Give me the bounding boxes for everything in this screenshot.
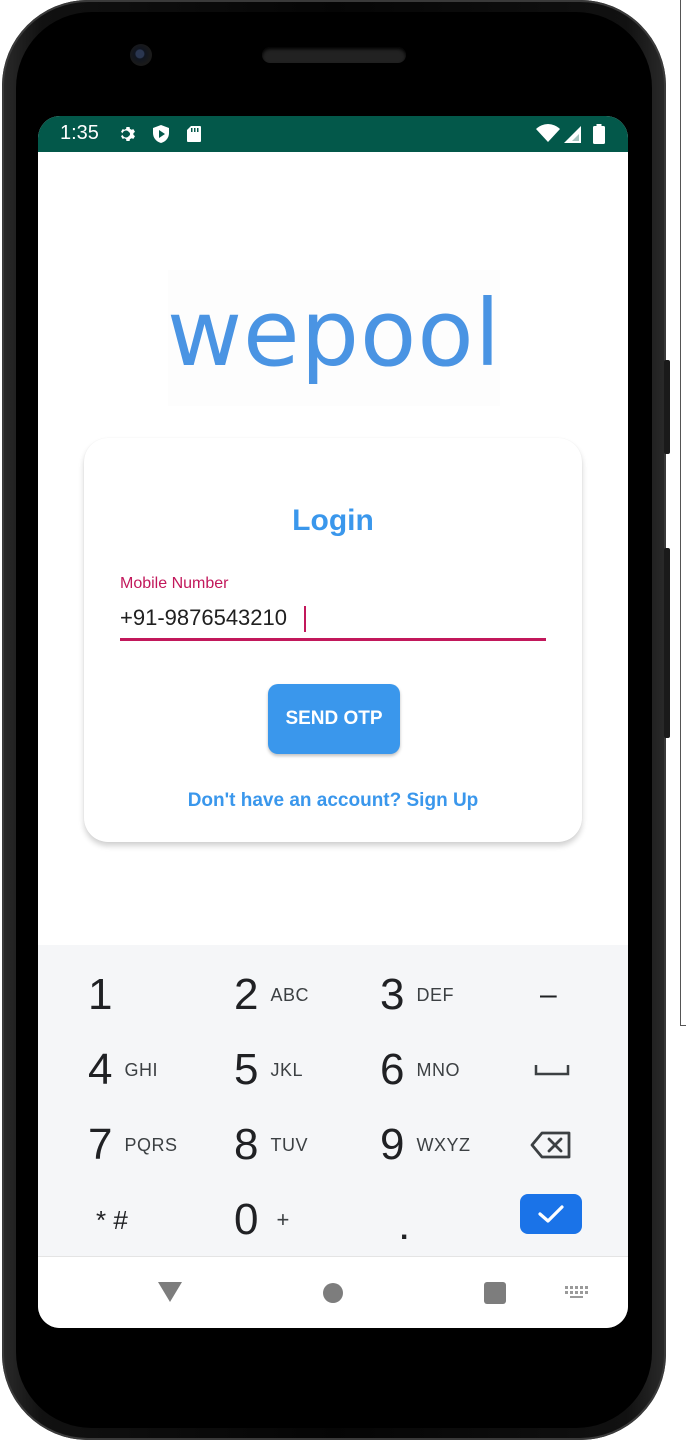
key-star-hash[interactable]: * # (96, 1185, 128, 1255)
key-digit: 4 (88, 1045, 113, 1094)
login-card: Login Mobile Number SEND OTP Don't have … (84, 438, 582, 842)
key-letters: TUV (270, 1134, 308, 1155)
key-2[interactable]: 2 ABC (234, 960, 309, 1030)
key-digit: 1 (88, 970, 113, 1019)
minus-symbol: – (540, 978, 557, 1011)
key-digit: 2 (234, 970, 259, 1019)
status-bar: 1:35 (38, 116, 628, 152)
key-1[interactable]: 1 (88, 960, 112, 1030)
key-0[interactable]: 0 + (234, 1185, 290, 1255)
key-period[interactable]: . (400, 1195, 408, 1265)
signup-link[interactable]: Don't have an account? Sign Up (84, 790, 582, 812)
wepool-logo: wepool (166, 270, 502, 406)
wifi-icon (536, 124, 560, 142)
star-hash-label: * # (96, 1204, 128, 1235)
key-digit: 8 (234, 1120, 259, 1169)
key-9[interactable]: 9 WXYZ (380, 1110, 470, 1180)
numeric-keypad: 1 2 ABC 3 DEF – 4 GHI 5 JKL 6 MNO 7 PQRS… (38, 945, 628, 1256)
key-letters: PQRS (124, 1134, 178, 1155)
key-letters: MNO (416, 1059, 460, 1080)
speaker-grille (262, 47, 406, 63)
key-backspace[interactable] (530, 1110, 572, 1180)
home-icon[interactable] (323, 1283, 343, 1303)
key-letters: ABC (270, 984, 309, 1005)
screen: 1:35 wepool Login Mobile Number +91-9876… (38, 116, 628, 1328)
logo-text: wepool (166, 279, 502, 387)
status-time: 1:35 (60, 122, 99, 144)
key-6[interactable]: 6 MNO (380, 1035, 460, 1105)
power-button (664, 548, 670, 738)
key-letters: DEF (416, 984, 454, 1005)
key-digit: 0 (234, 1195, 259, 1244)
key-7[interactable]: 7 PQRS (88, 1110, 178, 1180)
login-title: Login (292, 504, 374, 537)
key-4[interactable]: 4 GHI (88, 1035, 158, 1105)
battery-icon (593, 124, 605, 144)
key-5[interactable]: 5 JKL (234, 1035, 303, 1105)
volume-button (664, 360, 670, 454)
mobile-number-underline (120, 638, 546, 641)
key-digit: 9 (380, 1120, 405, 1169)
key-letters: + (276, 1207, 290, 1232)
sd-card-icon (187, 126, 201, 142)
done-button[interactable] (520, 1194, 582, 1234)
background-edge-line (680, 0, 681, 1025)
keyboard-icon[interactable] (565, 1286, 589, 1300)
key-space[interactable] (534, 1035, 570, 1105)
navigation-bar (38, 1256, 628, 1328)
camera (130, 44, 152, 66)
key-digit: 5 (234, 1045, 259, 1094)
key-letters: GHI (124, 1059, 158, 1080)
mobile-number-input[interactable] (120, 602, 546, 634)
key-digit: 7 (88, 1120, 113, 1169)
backspace-icon (530, 1131, 571, 1159)
key-minus[interactable]: – (540, 960, 557, 1030)
check-icon (538, 1205, 564, 1223)
send-otp-button[interactable]: SEND OTP (268, 684, 400, 754)
signal-icon (564, 126, 581, 143)
period-symbol: . (400, 1213, 409, 1246)
settings-icon (121, 127, 135, 141)
key-letters: WXYZ (416, 1134, 471, 1155)
recents-icon[interactable] (484, 1282, 506, 1304)
mobile-number-label: Mobile Number (120, 575, 229, 592)
text-cursor (304, 606, 306, 632)
back-icon[interactable] (158, 1282, 182, 1302)
shield-icon (153, 125, 169, 143)
key-8[interactable]: 8 TUV (234, 1110, 308, 1180)
key-3[interactable]: 3 DEF (380, 960, 454, 1030)
key-letters: JKL (270, 1059, 304, 1080)
background-edge-line (680, 1025, 686, 1026)
space-icon (534, 1065, 570, 1076)
key-digit: 6 (380, 1045, 405, 1094)
key-digit: 3 (380, 970, 405, 1019)
